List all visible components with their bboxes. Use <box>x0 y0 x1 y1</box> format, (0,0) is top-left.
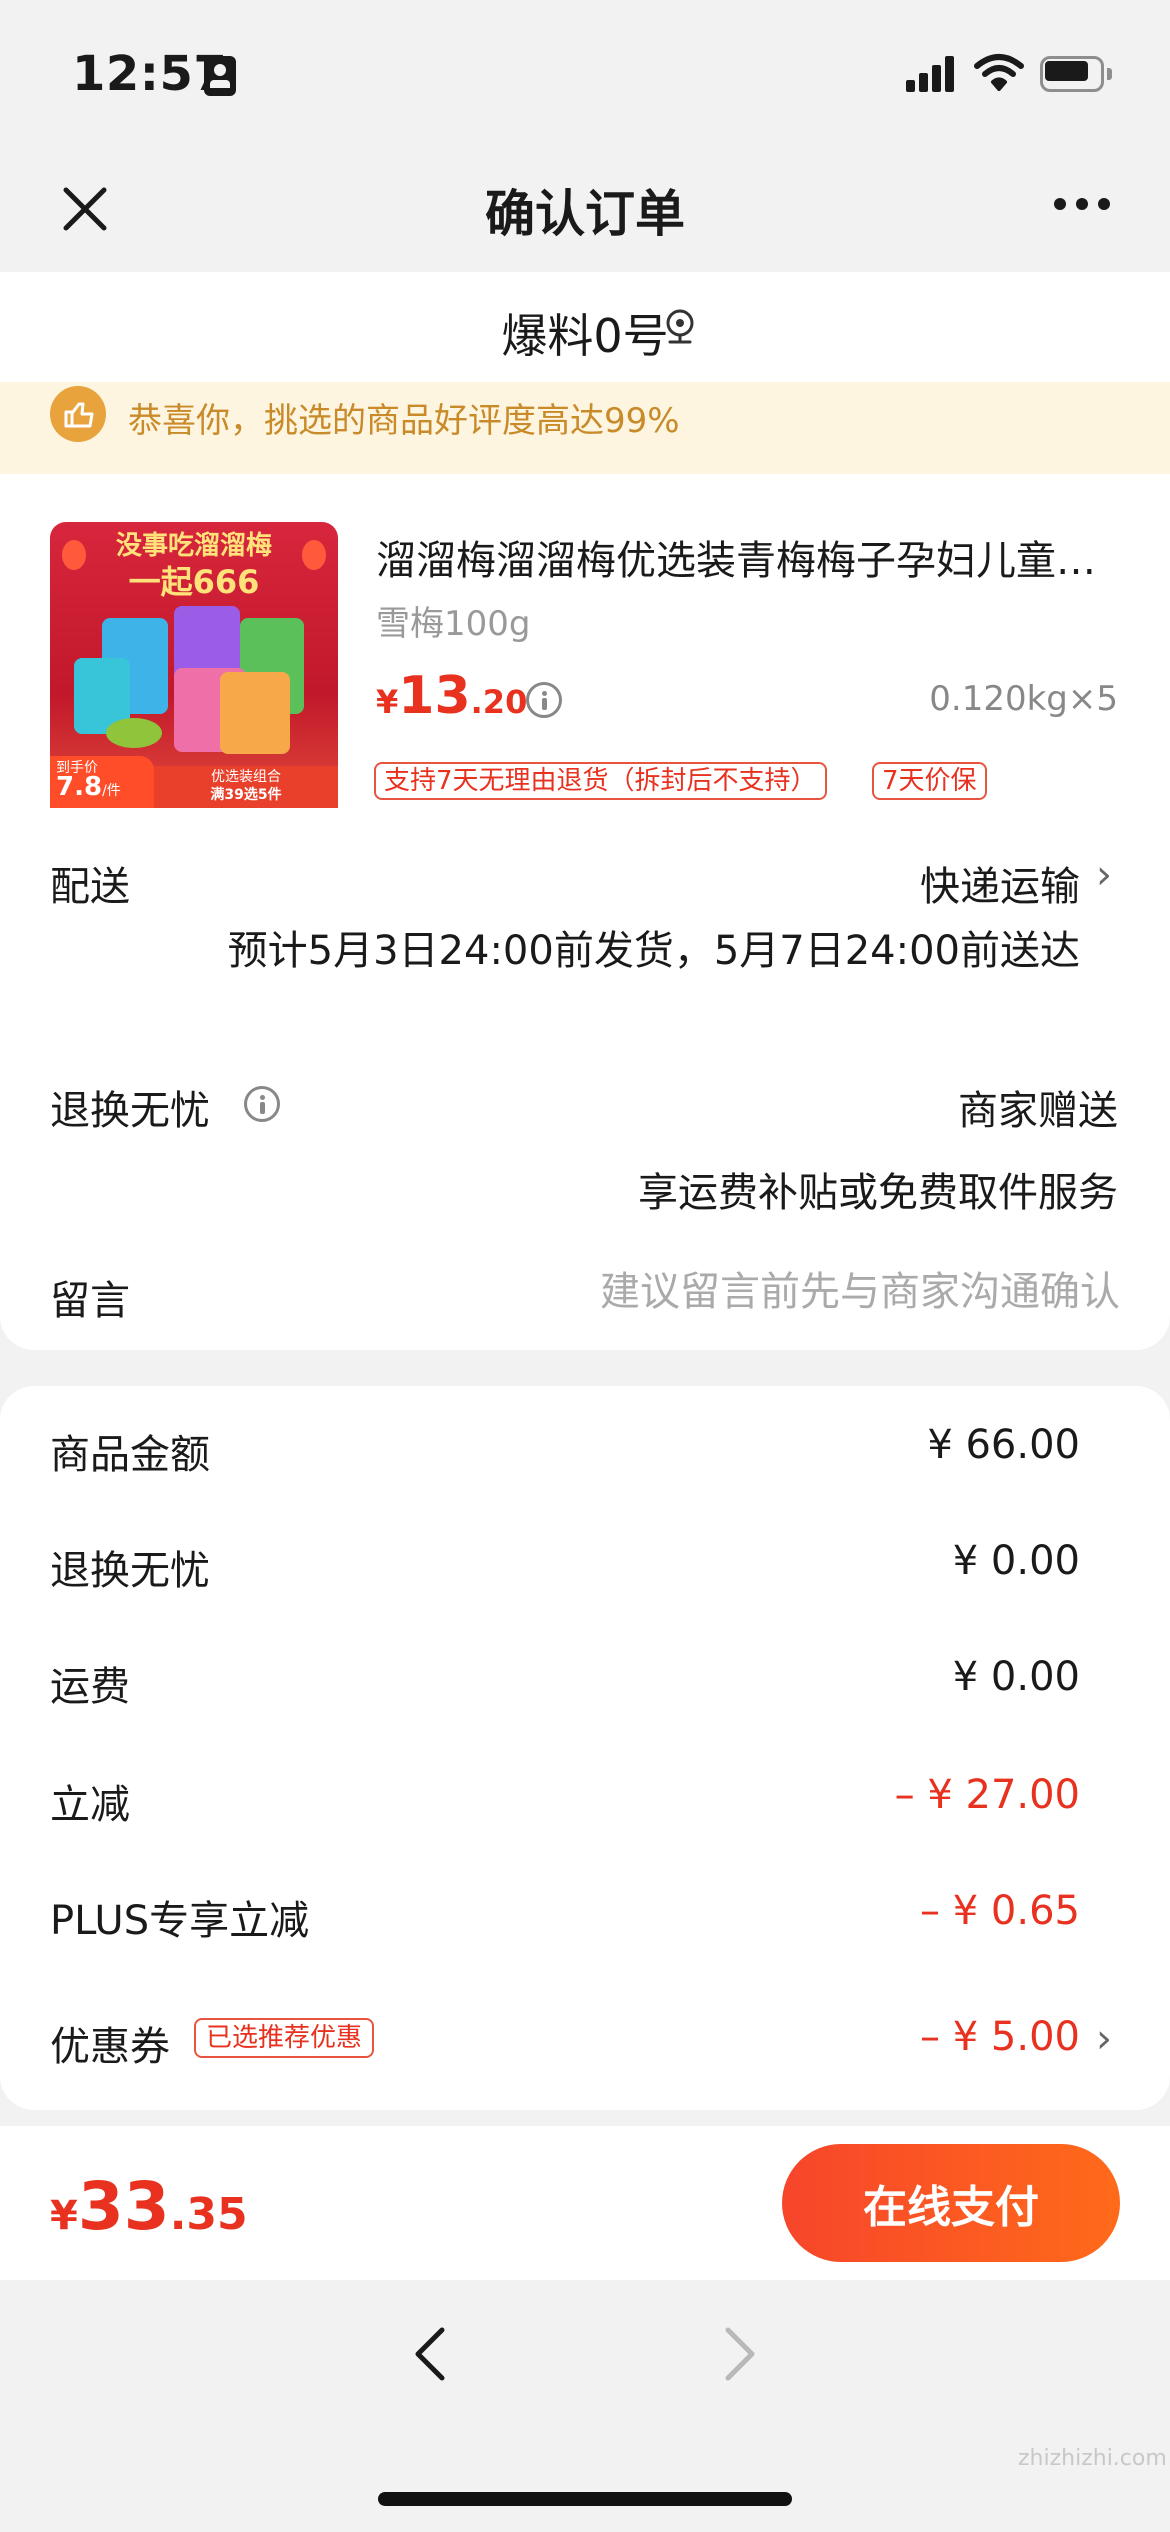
summary-label-return: 退换无忧 <box>50 1548 210 1594</box>
back-arrow-icon[interactable] <box>404 2324 464 2384</box>
product-title[interactable]: 溜溜梅溜溜梅优选装青梅梅子孕妇儿童解馋零食蜜饯果干 <box>376 528 1120 586</box>
return-service-value: 商家赠送 <box>958 1088 1118 1134</box>
summary-value-coupon[interactable]: – ¥ 5.00 <box>700 2014 1080 2060</box>
watermark: zhizhizhi.com <box>1018 2446 1167 2471</box>
battery-icon <box>1040 56 1112 92</box>
message-label: 留言 <box>50 1278 130 1324</box>
summary-label-coupon: 优惠券 <box>50 2024 170 2070</box>
return-policy-tag: 支持7天无理由退货（拆封后不支持） <box>374 762 827 800</box>
summary-label-discount: 立减 <box>50 1782 130 1828</box>
summary-value-goods: ¥ 66.00 <box>927 1422 1080 1468</box>
location-pin-icon <box>662 308 698 348</box>
home-indicator[interactable] <box>378 2492 792 2506</box>
product-image-price-text: 到手价 7.8/件 <box>56 760 121 802</box>
cellular-signal-icon <box>906 56 956 92</box>
banner-text: 恭喜你，挑选的商品好评度高达99% <box>128 401 680 441</box>
summary-label-goods: 商品金额 <box>50 1432 210 1478</box>
price-info-icon[interactable] <box>526 682 562 718</box>
summary-label-plus: PLUS专享立减 <box>50 1898 310 1944</box>
more-options-icon[interactable] <box>1054 198 1112 214</box>
summary-label-shipping: 运费 <box>50 1664 130 1710</box>
total-amount: ¥33.35 <box>50 2168 248 2245</box>
product-price: ¥13.20 <box>376 666 528 726</box>
forward-arrow-icon[interactable] <box>706 2324 766 2384</box>
pay-online-button[interactable]: 在线支付 <box>782 2144 1120 2262</box>
return-service-label: 退换无忧 <box>50 1088 210 1134</box>
coupon-recommended-tag: 已选推荐优惠 <box>194 2018 375 2058</box>
price-summary-card <box>0 1386 1170 2110</box>
summary-value-discount: – ¥ 27.00 <box>894 1772 1080 1818</box>
price-protection-tag: 7天价保 <box>872 762 987 800</box>
address-name[interactable]: 爆料0号 <box>0 300 1170 366</box>
summary-value-shipping: ¥ 0.00 <box>952 1654 1080 1700</box>
delivery-method[interactable]: 快递运输 <box>800 854 1080 912</box>
product-image-headline: 没事吃溜溜梅 一起666 <box>115 531 272 601</box>
coupon-chevron-right-icon[interactable]: › <box>1096 2016 1112 2062</box>
close-icon[interactable] <box>56 180 114 238</box>
wifi-icon <box>974 52 1024 92</box>
summary-value-return: ¥ 0.00 <box>952 1538 1080 1584</box>
product-image-combo-text: 优选装组合 满39选5件 <box>210 769 282 803</box>
return-service-desc: 享运费补贴或免费取件服务 <box>638 1170 1118 1216</box>
return-service-info-icon[interactable] <box>244 1086 280 1122</box>
thumbs-up-icon <box>50 386 106 442</box>
summary-value-plus: – ¥ 0.65 <box>920 1888 1080 1934</box>
delivery-chevron-right-icon[interactable]: › <box>1096 852 1112 898</box>
product-spec: 雪梅100g <box>376 604 531 644</box>
delivery-label: 配送 <box>50 864 130 910</box>
product-weight-quantity: 0.120kg×5 <box>929 679 1118 719</box>
nav-bar <box>0 150 1170 272</box>
contact-card-icon <box>204 56 236 96</box>
message-input[interactable] <box>460 1262 1120 1322</box>
delivery-estimate: 预计5月3日24:00前发货，5月7日24:00前送达 <box>227 928 1080 974</box>
